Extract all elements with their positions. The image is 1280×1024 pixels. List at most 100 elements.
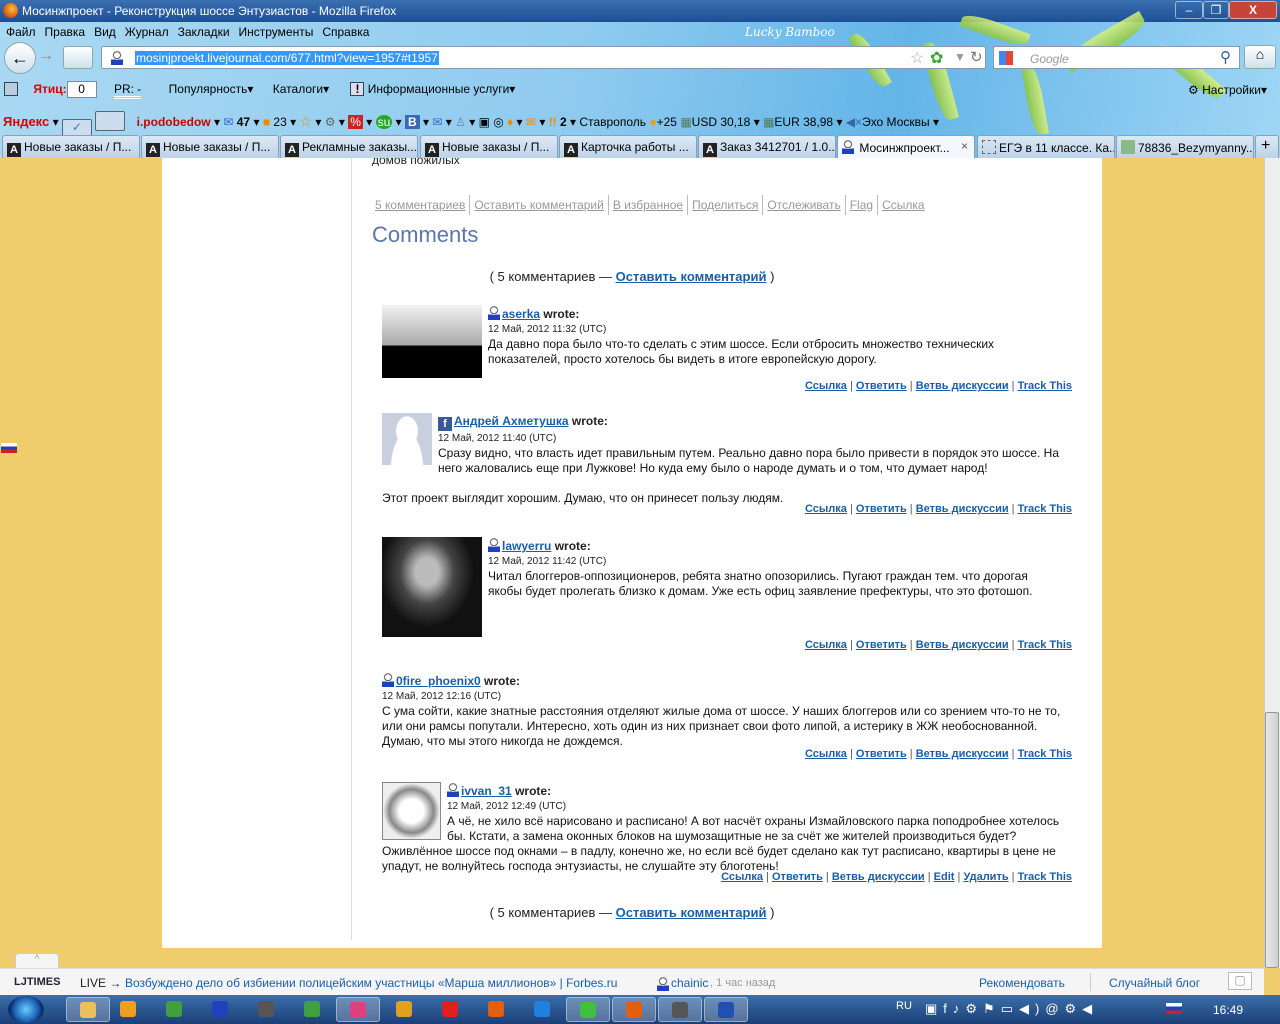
footsteps-icon[interactable]: !! xyxy=(549,115,557,129)
icq-flower-icon[interactable]: ✿ xyxy=(930,48,943,68)
add-to-favorites-link[interactable]: В избранное xyxy=(609,198,687,212)
start-button[interactable] xyxy=(8,996,44,1023)
info-services-menu[interactable]: Информационные услуги xyxy=(368,82,509,96)
tab[interactable]: 78836_Bezymyanny... xyxy=(1116,135,1254,158)
menu-file[interactable]: Файл xyxy=(6,25,36,39)
translate-icon[interactable] xyxy=(95,111,126,131)
link-permalink[interactable]: Ссылка xyxy=(721,871,763,883)
taskbar-opera[interactable] xyxy=(428,997,472,1022)
delete-link[interactable]: Удалить xyxy=(963,871,1008,883)
tag-icon[interactable]: ♦ xyxy=(507,115,513,129)
reload-icon[interactable]: ↻ xyxy=(970,48,983,66)
mail-icon[interactable]: ✉ xyxy=(223,115,233,129)
taskbar-firefox[interactable] xyxy=(474,997,518,1022)
seo-icon[interactable] xyxy=(4,82,18,96)
random-blog-link[interactable]: Случайный блог xyxy=(1109,976,1200,990)
person-icon[interactable]: ♙ xyxy=(455,115,466,129)
speaker-muted-icon[interactable]: ◀× xyxy=(846,115,862,129)
user-login[interactable]: i.podobedow xyxy=(137,115,211,129)
bookmark-star-icon[interactable]: ☆ xyxy=(910,48,924,68)
scrollbar-thumb[interactable] xyxy=(1265,712,1279,968)
count3[interactable]: 2 xyxy=(560,115,567,129)
forward-button[interactable]: → xyxy=(38,47,54,65)
taskbar-app-printer[interactable] xyxy=(244,997,288,1022)
menu-help[interactable]: Справка xyxy=(322,25,369,39)
minimize-button[interactable]: ‒ xyxy=(1175,1,1203,19)
ljtimes-logo[interactable]: LJTIMES xyxy=(14,976,60,988)
taskbar-app-save[interactable] xyxy=(198,997,242,1022)
taskbar-word[interactable] xyxy=(704,997,748,1022)
menu-history[interactable]: Журнал xyxy=(125,25,169,39)
search-box[interactable]: Google ⚲ xyxy=(993,46,1240,69)
leave-comment-link[interactable]: Оставить комментарий xyxy=(616,269,767,284)
share-link[interactable]: Поделиться xyxy=(688,198,762,212)
clock[interactable]: 16:49 xyxy=(1213,1003,1243,1017)
reply-link[interactable]: Ответить xyxy=(856,503,907,515)
thread-link[interactable]: Ветвь дискуссии xyxy=(916,639,1009,651)
weather-city[interactable]: Ставрополь xyxy=(579,115,646,129)
thread-link[interactable]: Ветвь дискуссии xyxy=(916,380,1009,392)
yandex-logo[interactable]: Яндекс xyxy=(3,114,49,129)
disc-icon[interactable]: ◎ xyxy=(493,115,503,129)
comment-author[interactable]: 0fire_phoenix0 xyxy=(396,674,481,688)
window-icon[interactable]: ▣ xyxy=(479,115,490,129)
tab[interactable]: A Карточка работы ... xyxy=(559,135,697,158)
maximize-button[interactable]: ❐ xyxy=(1203,1,1229,19)
reply-link[interactable]: Ответить xyxy=(856,639,907,651)
language-indicator[interactable]: RU xyxy=(896,1000,912,1012)
popularity-menu[interactable]: Популярность xyxy=(169,82,248,96)
tab-active[interactable]: Мосинжпроект... × xyxy=(837,135,975,158)
percent-icon[interactable]: % xyxy=(348,115,363,129)
stumble-icon[interactable]: su xyxy=(375,115,393,129)
url-text[interactable]: mosinjproekt.livejournal.com/677.html?vi… xyxy=(135,51,439,65)
permalink[interactable]: Ссылка xyxy=(878,198,928,212)
tab[interactable]: ЕГЭ в 11 классе. Ка... xyxy=(977,135,1115,158)
comments-count-link[interactable]: 5 комментариев xyxy=(375,198,469,212)
menu-bookmarks[interactable]: Закладки xyxy=(178,25,230,39)
home-button[interactable]: ⌂ xyxy=(1244,45,1276,69)
taskbar-picasa[interactable] xyxy=(336,997,380,1022)
taskbar-app-m[interactable] xyxy=(520,997,564,1022)
tab[interactable]: A Новые заказы / П... xyxy=(420,135,558,158)
taskbar-chromium[interactable] xyxy=(382,997,426,1022)
reply-link[interactable]: Ответить xyxy=(856,380,907,392)
taskbar-icq[interactable] xyxy=(566,997,610,1022)
menu-tools[interactable]: Инструменты xyxy=(239,25,314,39)
link-permalink[interactable]: Ссылка xyxy=(805,380,847,392)
taskbar-chrome[interactable] xyxy=(290,997,334,1022)
comment-author[interactable]: ivvan_31 xyxy=(461,784,512,798)
reply-link[interactable]: Ответить xyxy=(856,748,907,760)
back-button[interactable]: ← xyxy=(4,42,36,74)
taskbar-explorer[interactable] xyxy=(66,997,110,1022)
link-permalink[interactable]: Ссылка xyxy=(805,639,847,651)
taskbar-firefox-2[interactable] xyxy=(612,997,656,1022)
thread-link[interactable]: Ветвь дискуссии xyxy=(916,503,1009,515)
settings-menu[interactable]: ⚙ Настройки▾ xyxy=(1188,83,1267,97)
new-tab-button[interactable]: + xyxy=(1255,135,1279,158)
comment-author[interactable]: aserka xyxy=(502,307,540,321)
search-input[interactable]: Google xyxy=(1030,52,1069,66)
link-permalink[interactable]: Ссылка xyxy=(805,503,847,515)
usd-rate[interactable]: USD 30,18 xyxy=(692,115,751,129)
track-this-link[interactable]: Track This xyxy=(1018,380,1072,392)
comment-author[interactable]: Андрей Ахметушка xyxy=(454,414,569,428)
taskbar-app-i[interactable] xyxy=(106,997,150,1022)
track-this-link[interactable]: Track This xyxy=(1018,639,1072,651)
recommend-link[interactable]: Рекомендовать xyxy=(979,976,1065,990)
news-headline[interactable]: Возбуждено дело об избиении полицейским … xyxy=(125,976,617,990)
leave-comment-link[interactable]: Оставить комментарий xyxy=(470,198,608,212)
taskbar-app-chart[interactable] xyxy=(152,997,196,1022)
eur-rate[interactable]: EUR 38,98 xyxy=(774,115,833,129)
track-this-link[interactable]: Track This xyxy=(1018,871,1072,883)
search-icon[interactable]: ⚲ xyxy=(1220,48,1231,66)
orange-mail-icon[interactable]: ✉ xyxy=(526,115,536,129)
mail-count[interactable]: 47 xyxy=(237,115,250,129)
expand-panel-button[interactable]: ^ xyxy=(15,953,59,969)
tab[interactable]: A Рекламные заказы... xyxy=(280,135,418,158)
tab[interactable]: A Новые заказы / П... xyxy=(141,135,279,158)
russian-flag-icon[interactable] xyxy=(1166,1003,1182,1014)
envelope-icon[interactable]: ✉ xyxy=(432,115,442,129)
menu-view[interactable]: Вид xyxy=(94,25,116,39)
feed-button[interactable] xyxy=(63,46,93,69)
weather-temp[interactable]: +25 xyxy=(657,115,677,129)
